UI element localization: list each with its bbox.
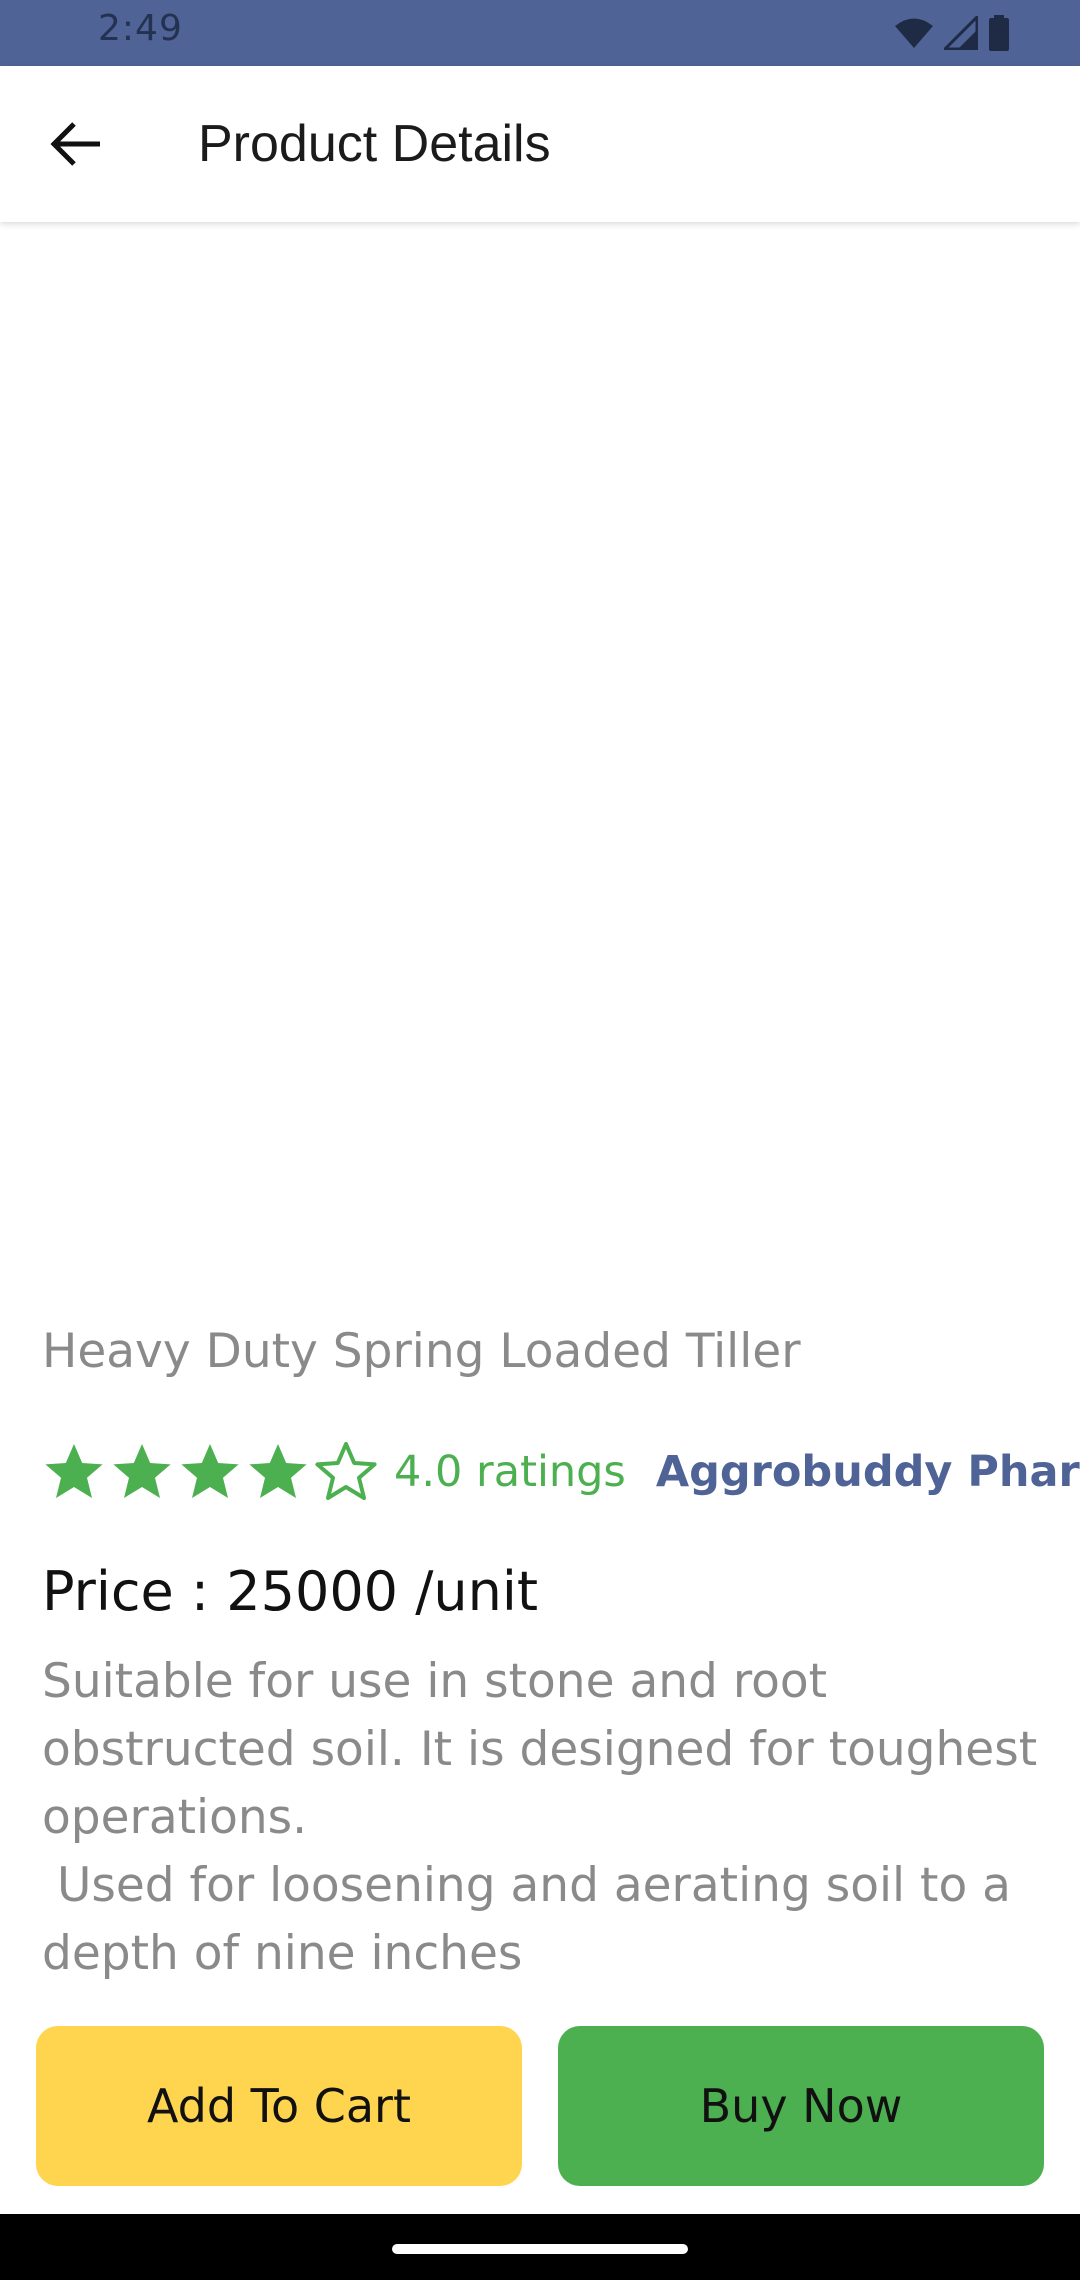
rating-row: 4.0 ratings Aggrobuddy Pharma bbox=[42, 1436, 1080, 1508]
star-filled-icon bbox=[113, 1444, 171, 1498]
home-indicator[interactable] bbox=[392, 2244, 688, 2254]
star-filled-icon bbox=[45, 1444, 103, 1498]
app-bar: Product Details bbox=[0, 66, 1080, 222]
product-image bbox=[0, 222, 1080, 1272]
wifi-icon bbox=[895, 18, 933, 48]
system-nav-bar bbox=[0, 2214, 1080, 2280]
star-rating bbox=[42, 1440, 378, 1504]
price-label: Price : 25000 /unit bbox=[42, 1560, 539, 1623]
rating-text: 4.0 ratings bbox=[394, 1447, 626, 1497]
status-bar: 2:49 bbox=[0, 0, 1080, 66]
product-description: Suitable for use in stone and root obstr… bbox=[42, 1654, 1038, 1981]
status-icons bbox=[894, 14, 1010, 52]
star-outline-icon bbox=[315, 1442, 377, 1500]
page-title: Product Details bbox=[198, 115, 551, 173]
product-details-screen: 2:49 Product Details Heavy Duty Spring L bbox=[0, 0, 1080, 2280]
star-filled-icon bbox=[181, 1444, 239, 1498]
back-button[interactable] bbox=[36, 108, 116, 180]
buy-now-button[interactable]: Buy Now bbox=[558, 2026, 1044, 2186]
add-to-cart-button[interactable]: Add To Cart bbox=[36, 2026, 522, 2186]
star-filled-icon bbox=[249, 1444, 307, 1498]
signal-icon bbox=[944, 16, 978, 50]
battery-icon bbox=[989, 15, 1009, 51]
product-name: Heavy Duty Spring Loaded Tiller bbox=[42, 1324, 801, 1379]
arrow-left-icon bbox=[50, 122, 100, 166]
status-time: 2:49 bbox=[98, 8, 183, 49]
seller-name[interactable]: Aggrobuddy Pharma bbox=[656, 1447, 1080, 1497]
